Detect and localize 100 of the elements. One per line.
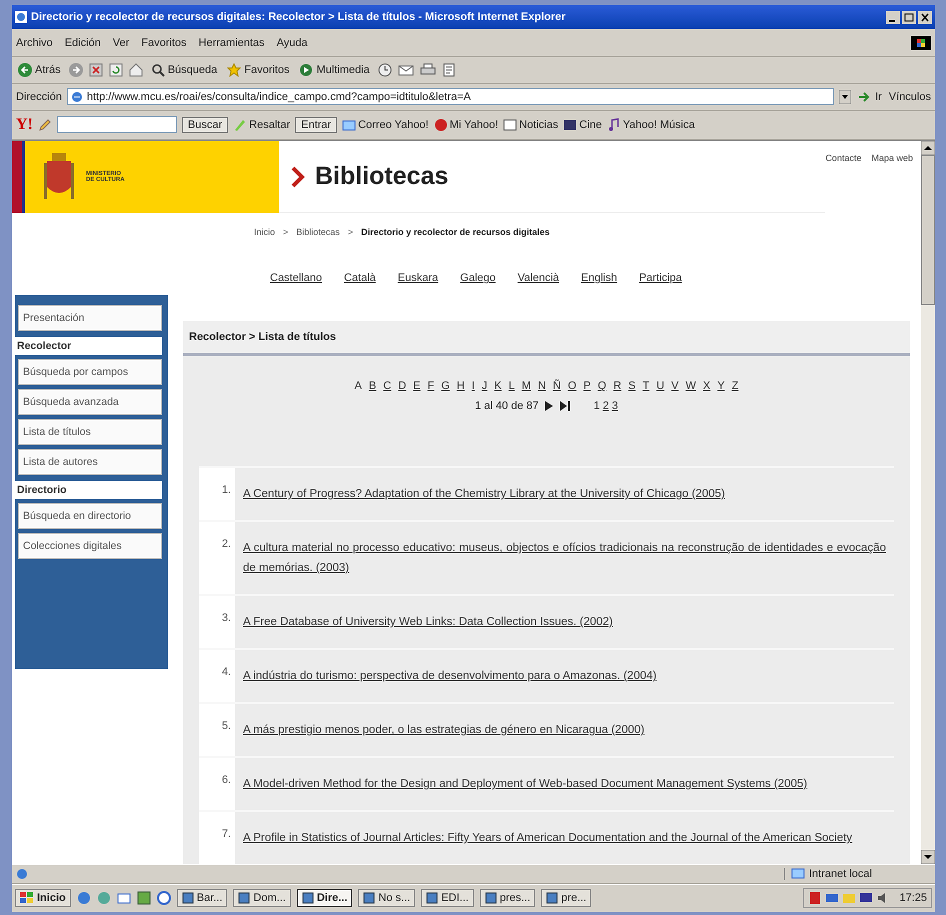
- toolbar-link[interactable]: Cine: [563, 118, 602, 132]
- letter-link[interactable]: D: [398, 380, 406, 392]
- page-number[interactable]: 3: [612, 400, 618, 412]
- header-link[interactable]: Contacte: [825, 153, 862, 164]
- window-icon[interactable]: [136, 891, 151, 906]
- breadcrumb-link[interactable]: Bibliotecas: [296, 227, 340, 240]
- refresh-icon[interactable]: [108, 63, 123, 78]
- breadcrumb-link[interactable]: Inicio: [254, 227, 276, 240]
- taskbar-button[interactable]: EDI...: [421, 889, 474, 908]
- language-link[interactable]: Participa: [639, 272, 682, 288]
- letter-link[interactable]: I: [472, 380, 475, 392]
- letter-link[interactable]: R: [613, 380, 622, 392]
- menu-item[interactable]: Ayuda: [276, 36, 308, 49]
- letter-link[interactable]: Y: [717, 380, 725, 392]
- go-button[interactable]: Ir: [856, 90, 884, 104]
- menu-item[interactable]: Edición: [64, 36, 101, 49]
- start-button[interactable]: Inicio: [15, 889, 71, 908]
- letter-link[interactable]: T: [642, 380, 650, 392]
- vertical-scrollbar[interactable]: [921, 141, 935, 864]
- toolbar-button[interactable]: Búsqueda: [148, 62, 220, 78]
- sidebar-item[interactable]: Lista de autores: [18, 449, 162, 476]
- search-button[interactable]: Buscar: [182, 116, 228, 133]
- stop-icon[interactable]: [88, 63, 103, 78]
- menu-item[interactable]: Ver: [112, 36, 130, 49]
- result-link[interactable]: A Century of Progress? Adaptation of the Chemistry Library at the University of Chicago (2005): [243, 484, 886, 504]
- language-link[interactable]: Català: [344, 272, 376, 288]
- taskbar-button[interactable]: Dire...: [296, 889, 352, 908]
- menu-item[interactable]: Herramientas: [198, 36, 265, 49]
- result-link[interactable]: A Model-driven Method for the Design and Deployment of Web-based Document Management Systems (2005): [243, 774, 886, 794]
- history-icon[interactable]: [378, 63, 392, 78]
- letter-link[interactable]: P: [583, 380, 591, 392]
- letter-link[interactable]: C: [383, 380, 392, 392]
- result-link[interactable]: A cultura material no processo educativo: museus, objectos e ofícios tradicionais na reconstrução de identidades e evocação de memórias. (2003): [243, 538, 886, 578]
- letter-link[interactable]: L: [508, 380, 515, 392]
- home-icon[interactable]: [128, 63, 143, 78]
- sidebar-item[interactable]: Presentación: [18, 305, 162, 332]
- letter-link[interactable]: M: [522, 380, 531, 392]
- search-field[interactable]: [56, 116, 177, 134]
- toolbar-link[interactable]: Mi Yahoo!: [434, 118, 498, 132]
- result-link[interactable]: A indústria do turismo: perspectiva de desenvolvimento para o Amazonas. (2004): [243, 666, 886, 686]
- language-link[interactable]: Valencià: [518, 272, 560, 288]
- result-link[interactable]: A más prestigio menos poder, o las estrategias de género en Nicaragua (2000): [243, 720, 886, 740]
- letter-link[interactable]: U: [656, 380, 664, 392]
- language-link[interactable]: Galego: [460, 272, 496, 288]
- dropdown-arrow-icon[interactable]: [839, 90, 852, 104]
- language-link[interactable]: English: [581, 272, 618, 288]
- toolbar-link[interactable]: Yahoo! Música: [606, 118, 695, 132]
- letter-link[interactable]: F: [427, 380, 434, 392]
- back-button[interactable]: Atrás: [16, 62, 63, 78]
- links-label[interactable]: Vínculos: [888, 90, 931, 103]
- letter-link[interactable]: Ñ: [552, 380, 561, 392]
- taskbar-button[interactable]: pres...: [480, 889, 536, 908]
- letter-link[interactable]: Q: [598, 380, 606, 392]
- toolbar-link[interactable]: Noticias: [503, 118, 558, 132]
- letter-link[interactable]: X: [703, 380, 710, 392]
- address-field[interactable]: http://www.mcu.es/roai/es/consulta/indice_campo.cmd?campo=idtitulo&letra=A: [66, 88, 834, 106]
- maximize-icon[interactable]: [902, 10, 916, 24]
- letter-link[interactable]: G: [441, 380, 450, 392]
- language-link[interactable]: Euskara: [398, 272, 438, 288]
- taskbar-button[interactable]: pre...: [541, 889, 592, 908]
- language-link[interactable]: Castellano: [270, 272, 322, 288]
- result-range: 1 al 40 de 87: [475, 400, 539, 412]
- pencil-icon[interactable]: [38, 118, 52, 132]
- letter-link[interactable]: B: [368, 380, 376, 392]
- sidebar-item[interactable]: Búsqueda por campos: [18, 359, 162, 386]
- sidebar-item[interactable]: Colecciones digitales: [18, 533, 162, 560]
- menu-item[interactable]: Archivo: [16, 36, 53, 49]
- result-link[interactable]: A Free Database of University Web Links: Data Collection Issues. (2002): [243, 612, 886, 632]
- printer-icon[interactable]: [420, 63, 436, 78]
- sidebar-item[interactable]: Lista de títulos: [18, 419, 162, 446]
- yahoo-logo[interactable]: Y!: [16, 116, 33, 134]
- letter-link[interactable]: N: [538, 380, 546, 392]
- letter-link[interactable]: V: [671, 380, 679, 392]
- toolbar-link[interactable]: Resaltar: [233, 118, 290, 132]
- close-icon[interactable]: [918, 10, 932, 24]
- letter-link[interactable]: H: [456, 380, 465, 392]
- letter-link[interactable]: W: [686, 380, 696, 392]
- page-number[interactable]: 2: [602, 400, 609, 412]
- taskbar-button[interactable]: Dom...: [233, 889, 291, 908]
- toolbar-button[interactable]: Multimedia: [297, 62, 372, 78]
- menu-item[interactable]: Favoritos: [141, 36, 187, 49]
- toolbar-link[interactable]: Correo Yahoo!: [342, 118, 429, 132]
- letter-link[interactable]: E: [413, 380, 420, 392]
- minimize-icon[interactable]: [886, 10, 900, 24]
- sidebar-item[interactable]: Búsqueda avanzada: [18, 389, 162, 416]
- last-page-icon[interactable]: [558, 400, 571, 412]
- letter-link[interactable]: J: [482, 380, 488, 392]
- letter-link[interactable]: K: [494, 380, 502, 392]
- letter-link[interactable]: O: [568, 380, 576, 392]
- taskbar-button[interactable]: Bar...: [176, 889, 228, 908]
- sidebar-item[interactable]: Búsqueda en directorio: [18, 503, 162, 530]
- taskbar-button[interactable]: No s...: [358, 889, 416, 908]
- sign-in-button[interactable]: Entrar: [295, 116, 338, 133]
- letter-link[interactable]: Z: [732, 380, 738, 392]
- document-icon[interactable]: [442, 63, 456, 78]
- letter-link[interactable]: S: [628, 380, 636, 392]
- next-page-icon[interactable]: [544, 400, 554, 412]
- result-link[interactable]: A Profile in Statistics of Journal Articles: Fifty Years of American Documentation and the Journal of the American Society: [243, 828, 886, 848]
- header-link[interactable]: Mapa web: [871, 153, 913, 164]
- toolbar-button[interactable]: Favoritos: [225, 62, 292, 78]
